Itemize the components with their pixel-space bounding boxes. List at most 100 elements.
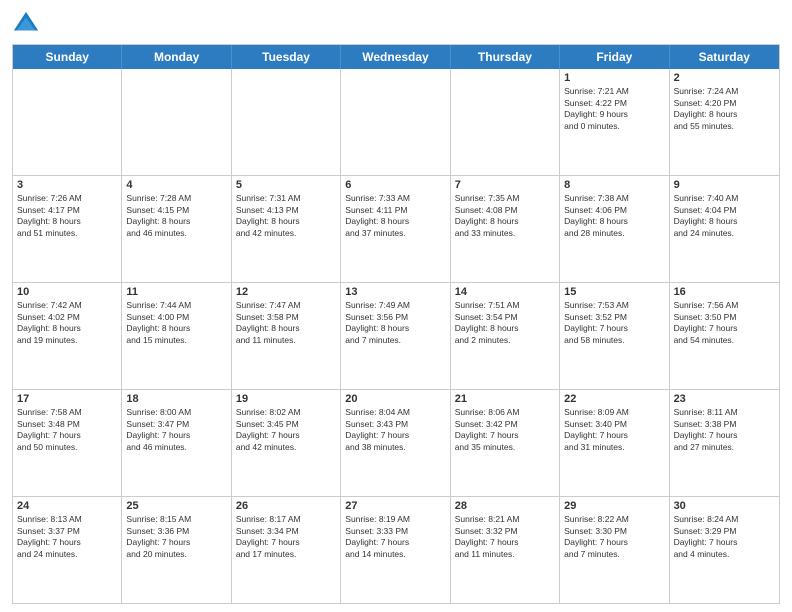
day-number: 26 <box>236 499 336 513</box>
day-number: 14 <box>455 285 555 299</box>
day-cell-11: 11Sunrise: 7:44 AM Sunset: 4:00 PM Dayli… <box>122 283 231 389</box>
day-cell-6: 6Sunrise: 7:33 AM Sunset: 4:11 PM Daylig… <box>341 176 450 282</box>
day-cell-19: 19Sunrise: 8:02 AM Sunset: 3:45 PM Dayli… <box>232 390 341 496</box>
day-number: 16 <box>674 285 775 299</box>
day-info: Sunrise: 7:44 AM Sunset: 4:00 PM Dayligh… <box>126 300 226 346</box>
day-cell-15: 15Sunrise: 7:53 AM Sunset: 3:52 PM Dayli… <box>560 283 669 389</box>
day-cell-10: 10Sunrise: 7:42 AM Sunset: 4:02 PM Dayli… <box>13 283 122 389</box>
day-cell-4: 4Sunrise: 7:28 AM Sunset: 4:15 PM Daylig… <box>122 176 231 282</box>
day-number: 8 <box>564 178 664 192</box>
day-info: Sunrise: 8:22 AM Sunset: 3:30 PM Dayligh… <box>564 514 664 560</box>
header-day-friday: Friday <box>560 45 669 69</box>
day-number: 24 <box>17 499 117 513</box>
day-info: Sunrise: 8:19 AM Sunset: 3:33 PM Dayligh… <box>345 514 445 560</box>
day-number: 3 <box>17 178 117 192</box>
day-cell-8: 8Sunrise: 7:38 AM Sunset: 4:06 PM Daylig… <box>560 176 669 282</box>
day-info: Sunrise: 8:17 AM Sunset: 3:34 PM Dayligh… <box>236 514 336 560</box>
page: SundayMondayTuesdayWednesdayThursdayFrid… <box>0 0 792 612</box>
day-info: Sunrise: 7:31 AM Sunset: 4:13 PM Dayligh… <box>236 193 336 239</box>
day-number: 19 <box>236 392 336 406</box>
day-info: Sunrise: 7:53 AM Sunset: 3:52 PM Dayligh… <box>564 300 664 346</box>
day-number: 4 <box>126 178 226 192</box>
header-day-sunday: Sunday <box>13 45 122 69</box>
calendar-header: SundayMondayTuesdayWednesdayThursdayFrid… <box>13 45 779 69</box>
day-cell-29: 29Sunrise: 8:22 AM Sunset: 3:30 PM Dayli… <box>560 497 669 603</box>
day-cell-18: 18Sunrise: 8:00 AM Sunset: 3:47 PM Dayli… <box>122 390 231 496</box>
calendar: SundayMondayTuesdayWednesdayThursdayFrid… <box>12 44 780 604</box>
day-cell-21: 21Sunrise: 8:06 AM Sunset: 3:42 PM Dayli… <box>451 390 560 496</box>
day-cell-13: 13Sunrise: 7:49 AM Sunset: 3:56 PM Dayli… <box>341 283 450 389</box>
day-number: 13 <box>345 285 445 299</box>
day-cell-20: 20Sunrise: 8:04 AM Sunset: 3:43 PM Dayli… <box>341 390 450 496</box>
day-cell-25: 25Sunrise: 8:15 AM Sunset: 3:36 PM Dayli… <box>122 497 231 603</box>
day-info: Sunrise: 8:21 AM Sunset: 3:32 PM Dayligh… <box>455 514 555 560</box>
day-info: Sunrise: 8:24 AM Sunset: 3:29 PM Dayligh… <box>674 514 775 560</box>
day-number: 21 <box>455 392 555 406</box>
empty-cell <box>232 69 341 175</box>
header <box>12 10 780 38</box>
day-cell-7: 7Sunrise: 7:35 AM Sunset: 4:08 PM Daylig… <box>451 176 560 282</box>
empty-cell <box>341 69 450 175</box>
day-info: Sunrise: 7:42 AM Sunset: 4:02 PM Dayligh… <box>17 300 117 346</box>
day-number: 10 <box>17 285 117 299</box>
day-info: Sunrise: 7:33 AM Sunset: 4:11 PM Dayligh… <box>345 193 445 239</box>
day-info: Sunrise: 8:04 AM Sunset: 3:43 PM Dayligh… <box>345 407 445 453</box>
day-number: 18 <box>126 392 226 406</box>
week-row-1: 3Sunrise: 7:26 AM Sunset: 4:17 PM Daylig… <box>13 175 779 282</box>
day-cell-2: 2Sunrise: 7:24 AM Sunset: 4:20 PM Daylig… <box>670 69 779 175</box>
day-info: Sunrise: 7:49 AM Sunset: 3:56 PM Dayligh… <box>345 300 445 346</box>
day-number: 28 <box>455 499 555 513</box>
day-number: 7 <box>455 178 555 192</box>
day-info: Sunrise: 7:28 AM Sunset: 4:15 PM Dayligh… <box>126 193 226 239</box>
day-cell-24: 24Sunrise: 8:13 AM Sunset: 3:37 PM Dayli… <box>13 497 122 603</box>
day-info: Sunrise: 7:38 AM Sunset: 4:06 PM Dayligh… <box>564 193 664 239</box>
day-cell-5: 5Sunrise: 7:31 AM Sunset: 4:13 PM Daylig… <box>232 176 341 282</box>
week-row-4: 24Sunrise: 8:13 AM Sunset: 3:37 PM Dayli… <box>13 496 779 603</box>
day-cell-12: 12Sunrise: 7:47 AM Sunset: 3:58 PM Dayli… <box>232 283 341 389</box>
day-info: Sunrise: 8:00 AM Sunset: 3:47 PM Dayligh… <box>126 407 226 453</box>
day-cell-14: 14Sunrise: 7:51 AM Sunset: 3:54 PM Dayli… <box>451 283 560 389</box>
calendar-body: 1Sunrise: 7:21 AM Sunset: 4:22 PM Daylig… <box>13 69 779 603</box>
day-number: 6 <box>345 178 445 192</box>
day-number: 22 <box>564 392 664 406</box>
day-number: 30 <box>674 499 775 513</box>
day-info: Sunrise: 8:09 AM Sunset: 3:40 PM Dayligh… <box>564 407 664 453</box>
day-info: Sunrise: 7:26 AM Sunset: 4:17 PM Dayligh… <box>17 193 117 239</box>
day-cell-1: 1Sunrise: 7:21 AM Sunset: 4:22 PM Daylig… <box>560 69 669 175</box>
day-info: Sunrise: 8:02 AM Sunset: 3:45 PM Dayligh… <box>236 407 336 453</box>
header-day-wednesday: Wednesday <box>341 45 450 69</box>
day-info: Sunrise: 8:06 AM Sunset: 3:42 PM Dayligh… <box>455 407 555 453</box>
week-row-0: 1Sunrise: 7:21 AM Sunset: 4:22 PM Daylig… <box>13 69 779 175</box>
day-number: 1 <box>564 71 664 85</box>
empty-cell <box>451 69 560 175</box>
day-cell-22: 22Sunrise: 8:09 AM Sunset: 3:40 PM Dayli… <box>560 390 669 496</box>
day-number: 23 <box>674 392 775 406</box>
day-cell-23: 23Sunrise: 8:11 AM Sunset: 3:38 PM Dayli… <box>670 390 779 496</box>
header-day-monday: Monday <box>122 45 231 69</box>
day-info: Sunrise: 8:13 AM Sunset: 3:37 PM Dayligh… <box>17 514 117 560</box>
day-info: Sunrise: 7:51 AM Sunset: 3:54 PM Dayligh… <box>455 300 555 346</box>
day-cell-27: 27Sunrise: 8:19 AM Sunset: 3:33 PM Dayli… <box>341 497 450 603</box>
header-day-thursday: Thursday <box>451 45 560 69</box>
day-cell-16: 16Sunrise: 7:56 AM Sunset: 3:50 PM Dayli… <box>670 283 779 389</box>
empty-cell <box>122 69 231 175</box>
day-info: Sunrise: 7:35 AM Sunset: 4:08 PM Dayligh… <box>455 193 555 239</box>
logo <box>12 10 44 38</box>
day-cell-26: 26Sunrise: 8:17 AM Sunset: 3:34 PM Dayli… <box>232 497 341 603</box>
week-row-2: 10Sunrise: 7:42 AM Sunset: 4:02 PM Dayli… <box>13 282 779 389</box>
day-cell-9: 9Sunrise: 7:40 AM Sunset: 4:04 PM Daylig… <box>670 176 779 282</box>
day-info: Sunrise: 8:15 AM Sunset: 3:36 PM Dayligh… <box>126 514 226 560</box>
day-number: 5 <box>236 178 336 192</box>
day-info: Sunrise: 8:11 AM Sunset: 3:38 PM Dayligh… <box>674 407 775 453</box>
day-cell-28: 28Sunrise: 8:21 AM Sunset: 3:32 PM Dayli… <box>451 497 560 603</box>
day-number: 20 <box>345 392 445 406</box>
day-number: 2 <box>674 71 775 85</box>
day-cell-17: 17Sunrise: 7:58 AM Sunset: 3:48 PM Dayli… <box>13 390 122 496</box>
day-info: Sunrise: 7:21 AM Sunset: 4:22 PM Dayligh… <box>564 86 664 132</box>
day-info: Sunrise: 7:40 AM Sunset: 4:04 PM Dayligh… <box>674 193 775 239</box>
day-number: 17 <box>17 392 117 406</box>
day-number: 27 <box>345 499 445 513</box>
logo-icon <box>12 10 40 38</box>
day-number: 15 <box>564 285 664 299</box>
day-number: 9 <box>674 178 775 192</box>
